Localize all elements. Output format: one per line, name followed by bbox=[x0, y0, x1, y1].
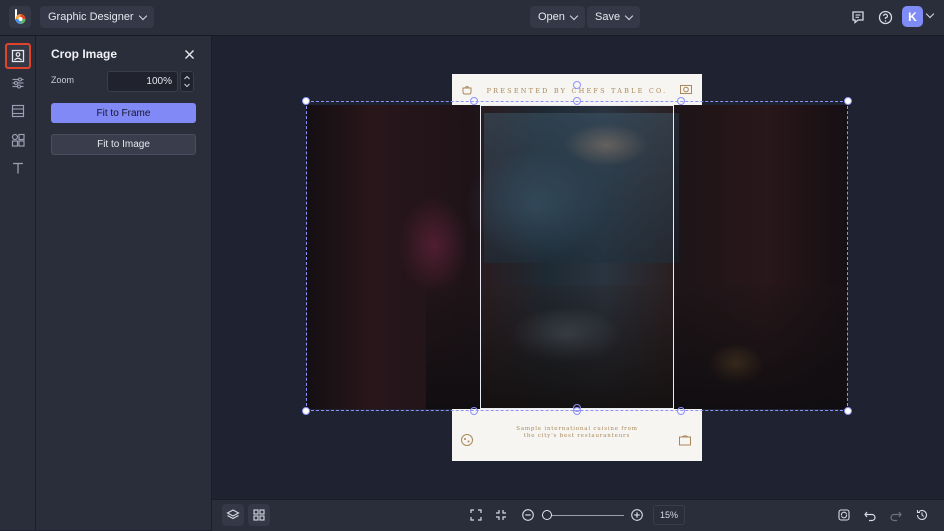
crop-handle-bottom-center[interactable] bbox=[573, 404, 581, 412]
actual-size-button[interactable] bbox=[490, 504, 512, 526]
panel-title: Crop Image bbox=[51, 47, 118, 61]
comment-button[interactable] bbox=[847, 6, 869, 28]
layers-icon bbox=[226, 509, 240, 520]
zoom-slider-thumb[interactable] bbox=[542, 510, 552, 520]
resize-handle-bottom-right[interactable] bbox=[844, 407, 852, 415]
refresh-button[interactable] bbox=[833, 504, 855, 526]
app-logo-icon[interactable] bbox=[9, 6, 31, 28]
image-selection-outline bbox=[306, 101, 848, 411]
chevron-down-icon bbox=[624, 11, 634, 20]
open-label: Open bbox=[538, 11, 565, 23]
document-footer-text: Sample international cuisine from the ci… bbox=[452, 426, 702, 440]
zoom-label: Zoom bbox=[51, 75, 75, 85]
undo-button[interactable] bbox=[859, 504, 881, 526]
crop-handle-bottom-right[interactable] bbox=[677, 407, 685, 415]
text-tool[interactable] bbox=[5, 155, 31, 181]
crop-handle-top-left[interactable] bbox=[470, 97, 478, 105]
document-footer-line2: the city's best restauranteurs bbox=[523, 433, 631, 439]
product-dropdown[interactable]: Graphic Designer bbox=[40, 6, 154, 28]
zoom-in-icon bbox=[631, 509, 643, 521]
zoom-out-icon bbox=[522, 509, 534, 521]
fit-screen-button[interactable] bbox=[465, 504, 487, 526]
crop-handle-bottom-left[interactable] bbox=[470, 407, 478, 415]
fit-to-image-button[interactable]: Fit to Image bbox=[51, 134, 196, 155]
zoom-input[interactable]: 100% bbox=[107, 71, 178, 92]
bottom-toolbar: 15% bbox=[212, 499, 944, 531]
fit-to-image-label: Fit to Image bbox=[97, 139, 150, 150]
history-button[interactable] bbox=[911, 504, 933, 526]
adjust-tool[interactable] bbox=[5, 70, 31, 96]
save-button[interactable]: Save bbox=[587, 6, 641, 28]
undo-icon bbox=[864, 511, 876, 522]
tool-rail bbox=[0, 36, 36, 530]
rotate-handle[interactable] bbox=[573, 81, 581, 89]
account-chevron-down-icon[interactable] bbox=[925, 9, 935, 19]
avatar-initial: K bbox=[908, 9, 917, 24]
crop-handle-top[interactable] bbox=[573, 97, 581, 105]
product-label: Graphic Designer bbox=[48, 11, 134, 23]
resize-handle-top-right[interactable] bbox=[844, 97, 852, 105]
redo-icon bbox=[890, 511, 902, 522]
stepper-arrows-icon bbox=[184, 75, 190, 88]
zoom-percent-value: 15% bbox=[659, 510, 678, 520]
zoom-value: 100% bbox=[146, 76, 172, 87]
crop-image-tool[interactable] bbox=[5, 43, 31, 69]
text-icon bbox=[13, 162, 23, 174]
redo-button[interactable] bbox=[885, 504, 907, 526]
graphics-tool[interactable] bbox=[5, 127, 31, 153]
chevron-down-icon bbox=[569, 11, 579, 20]
design-canvas[interactable]: PRESENTED BY CHEFS TABLE CO. Sample inte… bbox=[212, 36, 944, 499]
layout-icon bbox=[11, 104, 25, 118]
close-icon bbox=[185, 50, 194, 59]
fit-to-frame-label: Fit to Frame bbox=[96, 107, 151, 119]
resize-handle-bottom-left[interactable] bbox=[302, 407, 310, 415]
expand-icon bbox=[470, 509, 482, 521]
zoom-out-button[interactable] bbox=[517, 504, 539, 526]
layers-button[interactable] bbox=[222, 504, 244, 526]
help-icon bbox=[878, 10, 892, 24]
resize-handle-top-left[interactable] bbox=[302, 97, 310, 105]
crop-handle-top-right[interactable] bbox=[677, 97, 685, 105]
pizza-icon bbox=[460, 433, 474, 452]
fit-to-frame-button[interactable]: Fit to Frame bbox=[51, 103, 196, 123]
history-icon bbox=[916, 509, 928, 520]
document-footer-line1: Sample international cuisine from bbox=[516, 426, 638, 432]
sync-icon bbox=[838, 509, 850, 521]
collapse-icon bbox=[496, 510, 506, 520]
grid-icon bbox=[253, 509, 265, 521]
zoom-percent-field[interactable]: 15% bbox=[653, 505, 685, 525]
save-label: Save bbox=[595, 11, 621, 23]
avatar[interactable]: K bbox=[902, 6, 923, 27]
sliders-icon bbox=[12, 77, 24, 89]
image-crop-icon bbox=[11, 49, 25, 63]
crop-image-panel: Crop Image Zoom 100% Fit to Frame Fit to… bbox=[36, 36, 212, 530]
food-tray-icon bbox=[678, 433, 692, 452]
comment-icon bbox=[852, 11, 864, 24]
zoom-in-button[interactable] bbox=[626, 504, 648, 526]
layout-tool[interactable] bbox=[5, 98, 31, 124]
help-button[interactable] bbox=[874, 6, 896, 28]
open-button[interactable]: Open bbox=[530, 6, 585, 28]
shapes-icon bbox=[11, 133, 25, 147]
zoom-slider[interactable] bbox=[542, 515, 624, 516]
zoom-stepper[interactable] bbox=[180, 71, 194, 92]
chevron-down-icon bbox=[138, 11, 147, 20]
close-panel-button[interactable] bbox=[184, 47, 195, 65]
grid-button[interactable] bbox=[248, 504, 270, 526]
top-bar: Graphic Designer Open Save K bbox=[0, 0, 944, 36]
